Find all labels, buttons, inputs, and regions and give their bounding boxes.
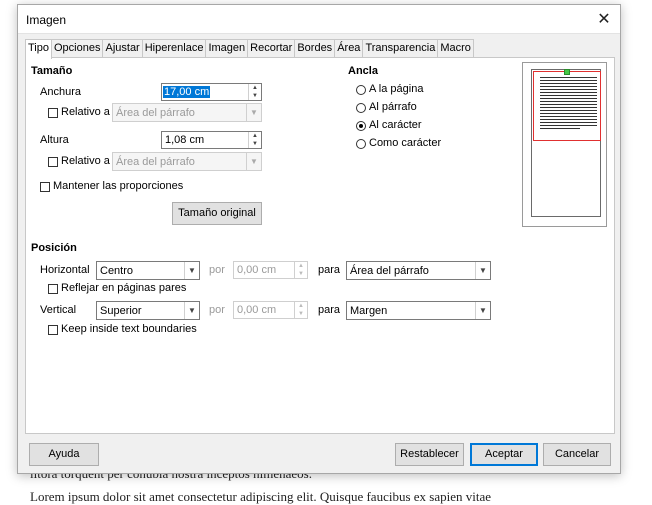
- horizontal-to-label: para: [318, 264, 341, 276]
- horizontal-by-label: por: [209, 264, 225, 276]
- anchor-paragraph-label: Al párrafo: [369, 101, 417, 113]
- preview-page: [531, 69, 601, 217]
- help-button[interactable]: Ayuda: [29, 443, 99, 466]
- horizontal-by-value: 0,00 cm: [237, 264, 277, 276]
- relative-height-checkbox[interactable]: [48, 157, 58, 167]
- anchor-page-label: A la página: [369, 83, 424, 95]
- chevron-down-icon: ▼: [184, 262, 199, 279]
- horizontal-by-spinbox[interactable]: 0,00 cm ▲ ▼: [233, 261, 308, 279]
- size-heading: Tamaño: [31, 65, 73, 77]
- keep-inside-label: Keep inside text boundaries: [61, 323, 197, 335]
- preview-text-lines: [540, 77, 597, 131]
- relative-height-label: Relativo a: [61, 155, 110, 167]
- width-value: 17,00 cm: [163, 86, 211, 98]
- tab-imagen[interactable]: Imagen: [205, 39, 249, 58]
- tab-panel-tipo: Tamaño Anchura 17,00 cm ▲ ▼ Relativo a Ár…: [25, 57, 615, 434]
- ok-button[interactable]: Aceptar: [470, 443, 538, 466]
- vertical-by-arrows[interactable]: ▲ ▼: [294, 302, 307, 318]
- position-preview: [522, 62, 607, 227]
- anchor-as-character-label: Como carácter: [369, 137, 442, 149]
- width-spinbox[interactable]: 17,00 cm ▲ ▼: [161, 83, 262, 101]
- anchor-paragraph-radio[interactable]: [356, 103, 366, 113]
- dialog-titlebar: Imagen ✕: [18, 5, 620, 34]
- chevron-down-icon: ▼: [475, 302, 490, 319]
- anchor-character-label: Al carácter: [369, 119, 422, 131]
- height-label: Altura: [40, 134, 69, 146]
- relative-width-select[interactable]: Área del párrafo ▼: [112, 103, 262, 122]
- horizontal-value: Centro: [100, 265, 134, 277]
- vertical-label: Vertical: [40, 304, 77, 316]
- relative-width-value: Área del párrafo: [116, 107, 195, 119]
- document-text-line: Lorem ipsum dolor sit amet consectetur a…: [30, 489, 492, 504]
- relative-height-select[interactable]: Área del párrafo ▼: [112, 152, 262, 171]
- keep-inside-checkbox[interactable]: [48, 325, 58, 335]
- vertical-select[interactable]: Superior ▼: [96, 301, 200, 320]
- dialog-title: Imagen: [26, 13, 67, 27]
- vertical-to-label: para: [318, 304, 341, 316]
- tab-opciones[interactable]: Opciones: [51, 39, 104, 58]
- close-icon[interactable]: ✕: [588, 5, 620, 34]
- anchor-heading: Ancla: [348, 65, 378, 77]
- tab-macro[interactable]: Macro: [437, 39, 474, 58]
- vertical-value: Superior: [100, 305, 142, 317]
- horizontal-to-select[interactable]: Área del párrafo ▼: [346, 261, 491, 280]
- tab-bar: Tipo Opciones Ajustar Hiperenlace Imagen…: [25, 39, 474, 59]
- horizontal-to-value: Área del párrafo: [350, 265, 429, 277]
- height-spin-arrows[interactable]: ▲ ▼: [248, 132, 261, 148]
- height-spinbox[interactable]: 1,08 cm ▲ ▼: [161, 131, 262, 149]
- vertical-by-value: 0,00 cm: [237, 304, 277, 316]
- width-label: Anchura: [40, 86, 81, 98]
- tab-recortar[interactable]: Recortar: [247, 39, 296, 58]
- horizontal-select[interactable]: Centro ▼: [96, 261, 200, 280]
- tab-hiperenlace[interactable]: Hiperenlace: [141, 39, 207, 58]
- vertical-by-spinbox[interactable]: 0,00 cm ▲ ▼: [233, 301, 308, 319]
- mirror-checkbox[interactable]: [48, 284, 58, 294]
- reset-button[interactable]: Restablecer: [395, 443, 464, 466]
- vertical-to-select[interactable]: Margen ▼: [346, 301, 491, 320]
- cancel-button[interactable]: Cancelar: [543, 443, 611, 466]
- anchor-character-radio[interactable]: [356, 121, 366, 131]
- position-heading: Posición: [31, 242, 77, 254]
- tab-ajustar[interactable]: Ajustar: [102, 39, 143, 58]
- keep-ratio-label: Mantener las proporciones: [53, 180, 184, 192]
- preview-image-frame: [533, 69, 601, 141]
- relative-width-checkbox[interactable]: [48, 108, 58, 118]
- relative-width-label: Relativo a: [61, 106, 110, 118]
- tab-transparencia[interactable]: Transparencia: [362, 39, 439, 58]
- horizontal-by-arrows[interactable]: ▲ ▼: [294, 262, 307, 278]
- height-value: 1,08 cm: [165, 134, 205, 146]
- relative-height-value: Área del párrafo: [116, 156, 195, 168]
- tab-area[interactable]: Área: [334, 39, 364, 58]
- chevron-down-icon: ▼: [246, 153, 261, 170]
- keep-ratio-checkbox[interactable]: [40, 182, 50, 192]
- vertical-by-label: por: [209, 304, 225, 316]
- tab-tipo[interactable]: Tipo: [25, 39, 52, 59]
- chevron-down-icon: ▼: [184, 302, 199, 319]
- chevron-down-icon: ▼: [475, 262, 490, 279]
- anchor-page-radio[interactable]: [356, 85, 366, 95]
- image-dialog: Imagen ✕ Tipo Opciones Ajustar Hiperenla…: [17, 4, 621, 474]
- horizontal-label: Horizontal: [40, 264, 90, 276]
- chevron-down-icon: ▼: [246, 104, 261, 121]
- width-spin-arrows[interactable]: ▲ ▼: [248, 84, 261, 100]
- original-size-button[interactable]: Tamaño original: [172, 202, 262, 225]
- preview-handle-icon: [564, 69, 570, 75]
- tab-bordes[interactable]: Bordes: [294, 39, 336, 58]
- anchor-as-character-radio[interactable]: [356, 139, 366, 149]
- mirror-label: Reflejar en páginas pares: [61, 282, 187, 294]
- vertical-to-value: Margen: [350, 305, 388, 317]
